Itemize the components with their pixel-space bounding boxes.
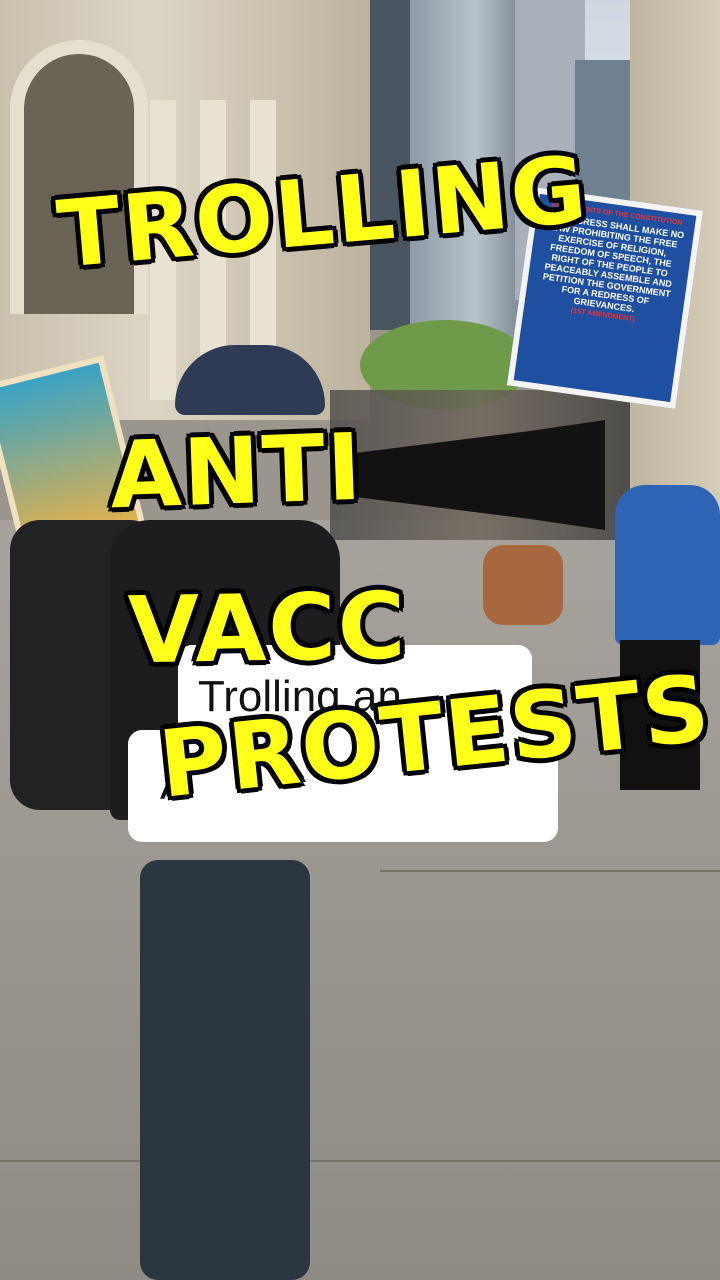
jeans xyxy=(140,860,310,1280)
person-blue-jacket xyxy=(615,485,720,645)
brown-backpack xyxy=(483,545,563,625)
overlay-word-anti: ANTI xyxy=(108,413,365,530)
sidewalk-seam xyxy=(0,1160,720,1162)
sidewalk-seam xyxy=(380,870,720,872)
overlay-word-vacc: VACC xyxy=(127,572,409,685)
